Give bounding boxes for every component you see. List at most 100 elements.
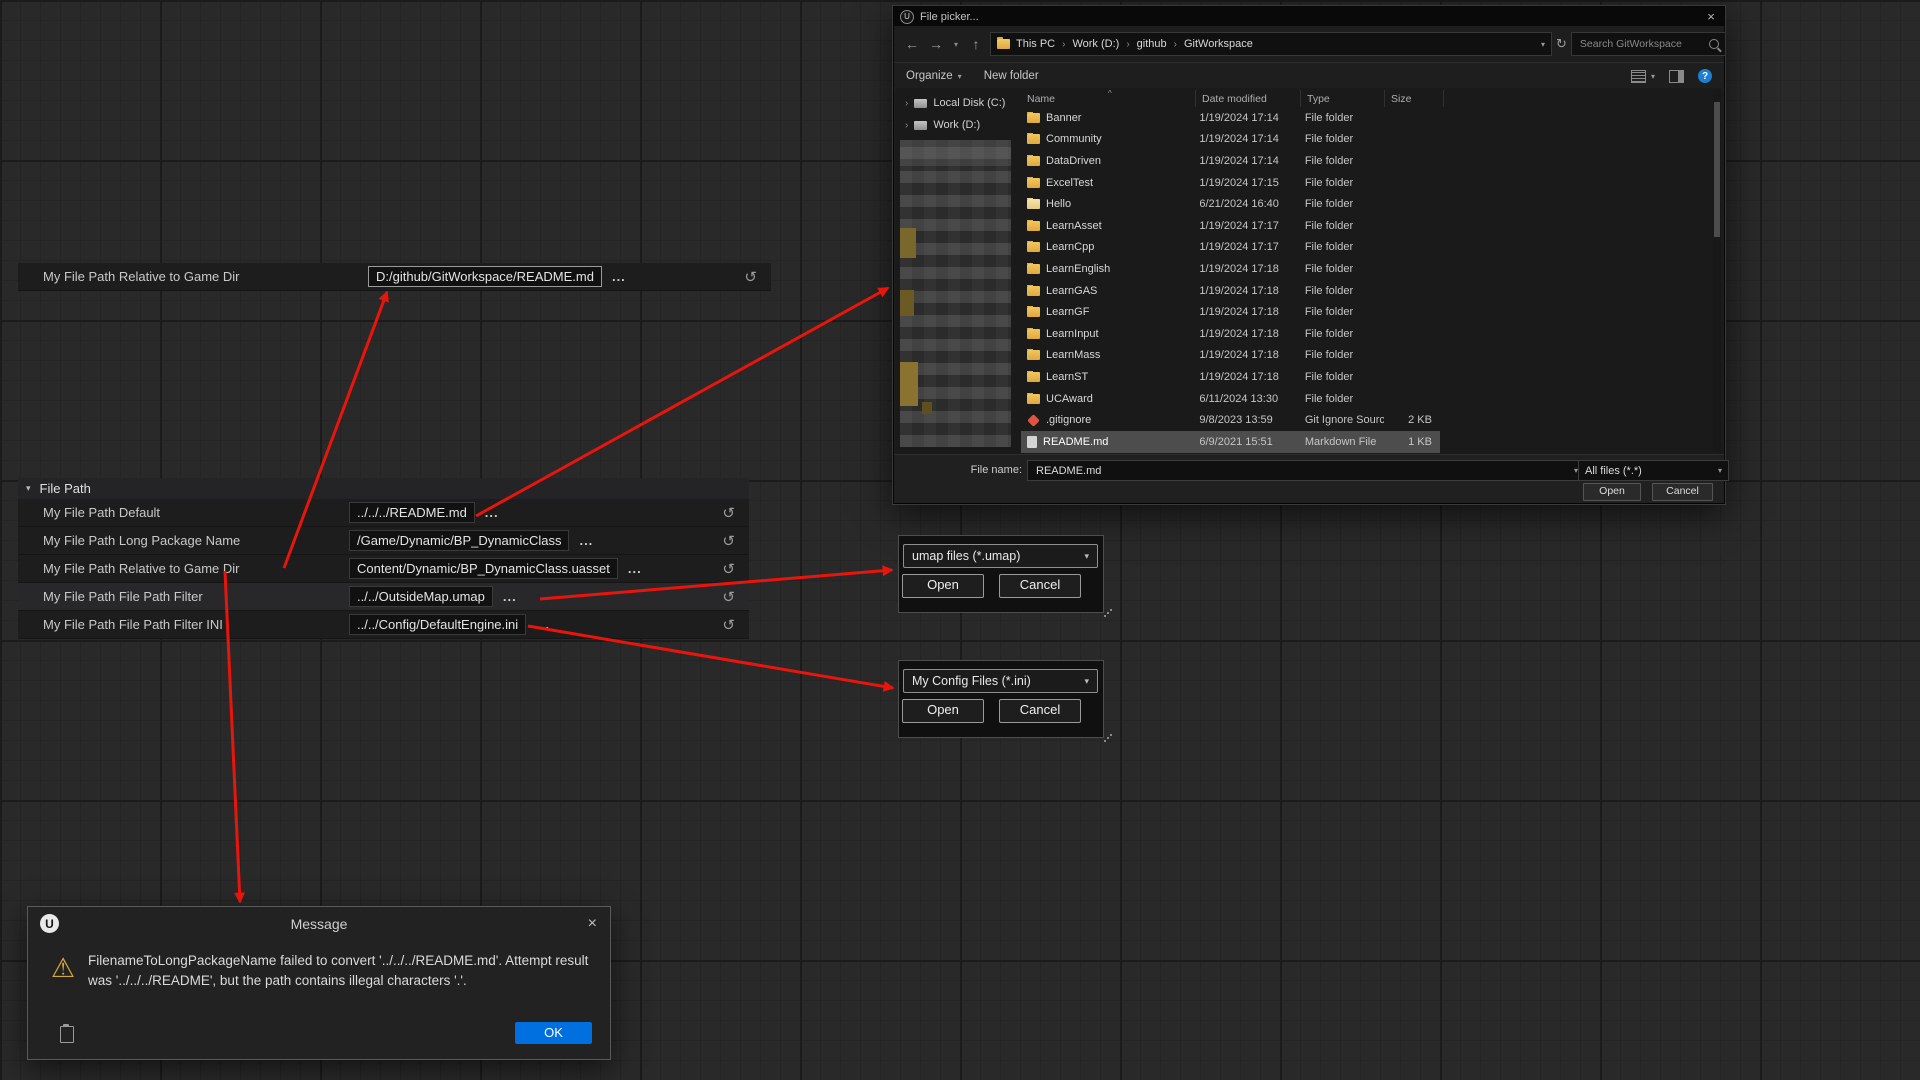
chevron-right-icon[interactable]: ›	[905, 98, 908, 109]
file-row[interactable]: Banner 1/19/2024 17:14 File folder	[1021, 107, 1440, 129]
refresh-icon[interactable]: ↻	[1556, 36, 1567, 52]
property-value-field[interactable]: ../../Config/DefaultEngine.ini	[349, 614, 526, 635]
file-row[interactable]: Community 1/19/2024 17:14 File folder	[1021, 129, 1440, 151]
close-icon[interactable]: ×	[1698, 9, 1724, 24]
command-bar: Organize ▾ New folder ▾ ?	[894, 62, 1724, 90]
file-name: ExcelTest	[1046, 177, 1093, 189]
new-folder-button[interactable]: New folder	[984, 70, 1039, 82]
column-header-date[interactable]: Date modified	[1196, 90, 1301, 107]
preview-pane-icon[interactable]	[1669, 70, 1684, 83]
file-type-filter-select[interactable]: umap files (*.umap) ▾	[903, 544, 1098, 568]
open-button[interactable]: Open	[902, 699, 984, 723]
scrollbar-thumb[interactable]	[1714, 102, 1720, 237]
copy-to-clipboard-icon[interactable]	[60, 1026, 74, 1043]
browse-button[interactable]: ...	[612, 269, 626, 284]
scrollbar[interactable]	[1713, 90, 1721, 453]
chevron-right-icon[interactable]: ›	[905, 120, 908, 131]
property-value-field[interactable]: Content/Dynamic/BP_DynamicClass.uasset	[349, 558, 618, 579]
property-row[interactable]: My File Path File Path Filter INI ../../…	[18, 611, 749, 639]
reset-to-default-icon[interactable]: ↺	[744, 268, 757, 286]
file-row[interactable]: LearnMass 1/19/2024 17:18 File folder	[1021, 345, 1440, 367]
file-type-icon	[1027, 286, 1040, 296]
property-row[interactable]: My File Path Long Package Name /Game/Dyn…	[18, 527, 749, 555]
breadcrumb-item[interactable]: This PC	[1016, 38, 1055, 50]
property-row[interactable]: My File Path Relative to Game Dir Conten…	[18, 555, 749, 583]
file-date-modified: 1/19/2024 17:18	[1193, 285, 1298, 297]
ok-button[interactable]: OK	[515, 1022, 592, 1044]
file-type-icon	[1027, 372, 1040, 382]
resize-grip[interactable]	[1102, 732, 1112, 742]
column-header-type[interactable]: Type	[1301, 90, 1385, 107]
cancel-button[interactable]: Cancel	[999, 699, 1081, 723]
open-button[interactable]: Open	[902, 574, 984, 598]
reset-to-default-icon[interactable]: ↺	[722, 504, 735, 522]
file-type-combo[interactable]: All files (*.*) ▾	[1578, 460, 1729, 481]
file-type: File folder	[1299, 177, 1384, 189]
browse-button[interactable]: ...	[536, 617, 550, 632]
reset-to-default-icon[interactable]: ↺	[722, 616, 735, 634]
sidebar-item-drive[interactable]: › Local Disk (C:)	[895, 92, 1019, 114]
reset-to-default-icon[interactable]: ↺	[722, 588, 735, 606]
file-row[interactable]: .gitignore 9/8/2023 13:59 Git Ignore Sou…	[1021, 409, 1440, 431]
cancel-button[interactable]: Cancel	[999, 574, 1081, 598]
organize-button[interactable]: Organize ▾	[906, 70, 962, 82]
file-name-input[interactable]	[1034, 464, 1574, 478]
breadcrumb-item[interactable]: Work (D:)	[1072, 38, 1119, 50]
property-row[interactable]: My File Path Default ../../../README.md …	[18, 499, 749, 527]
titlebar[interactable]: U File picker... ×	[894, 7, 1724, 26]
resize-grip[interactable]	[1102, 607, 1112, 617]
breadcrumb: This PC› Work (D:)› github› GitWorkspace…	[1016, 38, 1253, 50]
column-header-name[interactable]: Name ^	[1021, 90, 1196, 107]
property-row-relative-to-game-dir[interactable]: My File Path Relative to Game Dir D:/git…	[18, 263, 771, 291]
file-row[interactable]: LearnGF 1/19/2024 17:18 File folder	[1021, 301, 1440, 323]
file-row[interactable]: DataDriven 1/19/2024 17:14 File folder	[1021, 150, 1440, 172]
close-icon[interactable]: ×	[588, 915, 597, 933]
file-row[interactable]: LearnInput 1/19/2024 17:18 File folder	[1021, 323, 1440, 345]
help-icon[interactable]: ?	[1698, 69, 1712, 83]
file-row[interactable]: LearnEnglish 1/19/2024 17:18 File folder	[1021, 258, 1440, 280]
property-value-field[interactable]: D:/github/GitWorkspace/README.md	[368, 266, 602, 287]
file-row[interactable]: README.md 6/9/2021 15:51 Markdown File 1…	[1021, 431, 1440, 453]
property-value-field[interactable]: /Game/Dynamic/BP_DynamicClass	[349, 530, 569, 551]
column-header-size[interactable]: Size	[1385, 90, 1444, 107]
file-name: UCAward	[1046, 393, 1093, 405]
file-name-combo[interactable]: ▾	[1027, 460, 1585, 481]
browse-button[interactable]: ...	[628, 561, 642, 576]
property-value-field[interactable]: ../../OutsideMap.umap	[349, 586, 493, 607]
property-row[interactable]: My File Path File Path Filter ../../Outs…	[18, 583, 749, 611]
sidebar-item-drive[interactable]: › Work (D:)	[895, 114, 1019, 136]
file-row[interactable]: UCAward 6/11/2024 13:30 File folder	[1021, 388, 1440, 410]
breadcrumb-item[interactable]: GitWorkspace	[1184, 38, 1253, 50]
file-path-section-header[interactable]: ▾ File Path	[18, 478, 749, 500]
file-row[interactable]: ExcelTest 1/19/2024 17:15 File folder	[1021, 172, 1440, 194]
open-button[interactable]: Open	[1583, 483, 1641, 501]
search-input[interactable]	[1578, 37, 1709, 51]
file-row[interactable]: LearnGAS 1/19/2024 17:18 File folder	[1021, 280, 1440, 302]
breadcrumb-item[interactable]: github	[1137, 38, 1167, 50]
file-row[interactable]: LearnCpp 1/19/2024 17:17 File folder	[1021, 237, 1440, 259]
browse-button[interactable]: ...	[503, 589, 517, 604]
reset-to-default-icon[interactable]: ↺	[722, 532, 735, 550]
property-value-field[interactable]: ../../../README.md	[349, 502, 475, 523]
up-icon[interactable]: ↑	[966, 36, 986, 52]
forward-icon[interactable]: →	[926, 36, 946, 52]
file-row[interactable]: Hello 6/21/2024 16:40 File folder	[1021, 193, 1440, 215]
reset-to-default-icon[interactable]: ↺	[722, 560, 735, 578]
umap-filter-dialog: umap files (*.umap) ▾ Open Cancel	[898, 535, 1104, 613]
address-dropdown-icon[interactable]: ▾	[1541, 40, 1545, 49]
browse-button[interactable]: ...	[579, 533, 593, 548]
chevron-down-icon[interactable]: ▾	[26, 483, 31, 494]
window-title: File picker...	[920, 11, 979, 23]
view-options-button[interactable]: ▾	[1631, 70, 1655, 83]
cancel-button[interactable]: Cancel	[1652, 483, 1713, 501]
history-dropdown-icon[interactable]: ▾	[950, 40, 962, 49]
search-box[interactable]	[1571, 32, 1726, 56]
browse-button[interactable]: ...	[485, 505, 499, 520]
titlebar[interactable]: U Message ×	[28, 907, 610, 940]
address-bar[interactable]: This PC› Work (D:)› github› GitWorkspace…	[990, 32, 1552, 56]
file-row[interactable]: LearnST 1/19/2024 17:18 File folder	[1021, 366, 1440, 388]
back-icon[interactable]: ←	[902, 36, 922, 52]
file-date-modified: 1/19/2024 17:17	[1193, 220, 1298, 232]
file-row[interactable]: LearnAsset 1/19/2024 17:17 File folder	[1021, 215, 1440, 237]
file-type-filter-select[interactable]: My Config Files (*.ini) ▾	[903, 669, 1098, 693]
